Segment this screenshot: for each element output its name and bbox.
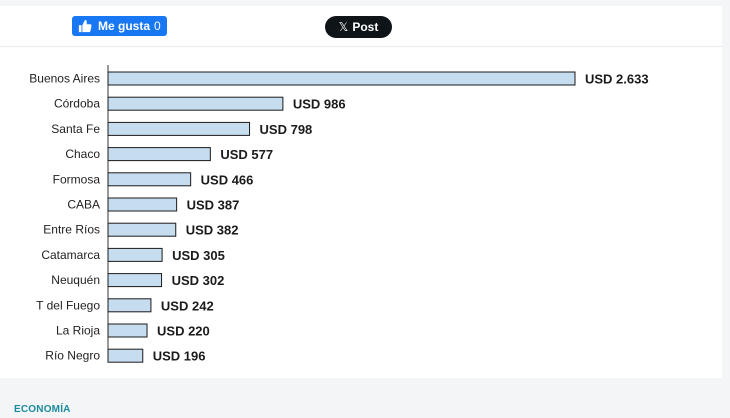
category-label: Córdoba bbox=[54, 97, 100, 111]
bar bbox=[107, 197, 178, 212]
bar bbox=[107, 172, 192, 187]
value-label: USD 382 bbox=[186, 223, 239, 238]
bar bbox=[107, 323, 148, 338]
category-label: Formosa bbox=[53, 172, 101, 186]
value-label: USD 220 bbox=[157, 324, 210, 339]
value-label: USD 986 bbox=[293, 97, 346, 112]
bar bbox=[107, 96, 284, 111]
category-label: Neuquén bbox=[51, 273, 100, 287]
bar bbox=[107, 348, 144, 363]
category-label: Catamarca bbox=[41, 248, 100, 262]
category-label: Buenos Aires bbox=[29, 72, 100, 86]
bar bbox=[107, 247, 163, 262]
category-label: La Rioja bbox=[56, 324, 100, 338]
value-label: USD 196 bbox=[153, 349, 206, 364]
category-label: Río Negro bbox=[45, 349, 100, 363]
value-label: USD 798 bbox=[260, 122, 313, 137]
value-label: USD 2.633 bbox=[585, 72, 649, 87]
value-label: USD 387 bbox=[187, 198, 240, 213]
category-label: Santa Fe bbox=[51, 122, 100, 136]
bar bbox=[107, 298, 152, 313]
value-label: USD 302 bbox=[172, 273, 225, 288]
value-label: USD 305 bbox=[172, 248, 225, 263]
value-label: USD 577 bbox=[220, 147, 273, 162]
category-label: CABA bbox=[67, 198, 100, 212]
bar bbox=[107, 71, 576, 86]
category-label: Entre Ríos bbox=[43, 223, 100, 237]
bar bbox=[107, 121, 251, 136]
bar-chart: Buenos Aires USD 2.633 Córdoba USD 986 Santa… bbox=[29, 65, 649, 364]
value-label: USD 242 bbox=[161, 298, 214, 313]
bar bbox=[107, 147, 211, 162]
bar bbox=[107, 273, 163, 288]
value-label: USD 466 bbox=[201, 172, 254, 187]
category-label: Chaco bbox=[65, 147, 100, 161]
bar bbox=[107, 222, 177, 237]
section-label[interactable]: ECONOMÍA bbox=[14, 404, 71, 415]
category-label: T del Fuego bbox=[36, 298, 100, 312]
